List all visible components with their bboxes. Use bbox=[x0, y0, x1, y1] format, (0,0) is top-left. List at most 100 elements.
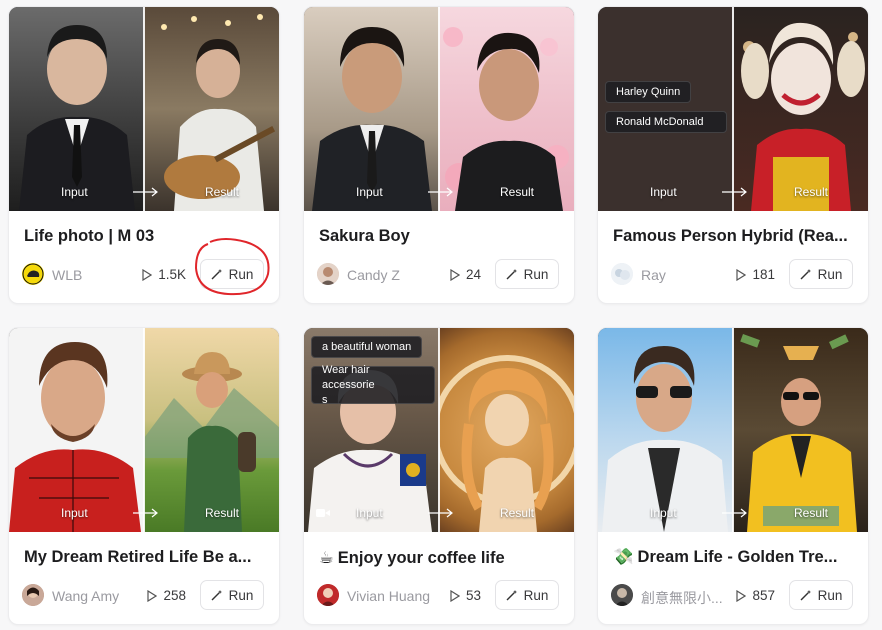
arrow-right-icon bbox=[722, 508, 747, 518]
run-button[interactable]: Run bbox=[495, 580, 559, 610]
run-count-value: 53 bbox=[465, 588, 481, 603]
run-count-value: 258 bbox=[163, 588, 186, 603]
card-title-text: Enjoy your coffee life bbox=[337, 549, 505, 567]
run-count: 24 bbox=[450, 267, 481, 282]
input-label: Input bbox=[650, 506, 677, 520]
input-panel bbox=[598, 7, 733, 211]
input-image bbox=[9, 7, 144, 211]
run-button-label: Run bbox=[817, 587, 843, 603]
template-card-enjoy-coffee-life[interactable]: a beautiful woman Wear hair accessorie s… bbox=[303, 327, 575, 625]
coffee-icon: ☕ bbox=[319, 549, 334, 567]
card-title[interactable]: My Dream Retired Life Be a... bbox=[24, 548, 272, 567]
author-avatar[interactable] bbox=[317, 263, 339, 285]
author-avatar[interactable] bbox=[22, 263, 44, 285]
template-card-dream-life-golden[interactable]: Input Result 💸 Dream Life - Golden Tre...… bbox=[597, 327, 869, 625]
input-label: Input bbox=[61, 506, 88, 520]
input-label: Input bbox=[650, 185, 677, 199]
play-icon bbox=[450, 589, 460, 602]
author-name[interactable]: Vivian Huang bbox=[347, 588, 430, 604]
run-count: 181 bbox=[736, 267, 775, 282]
card-title[interactable]: ☕ Enjoy your coffee life bbox=[319, 548, 567, 568]
money-icon: 💸 bbox=[613, 548, 634, 566]
card-preview[interactable]: Harley Quinn Ronald McDonald Input Resul… bbox=[598, 7, 868, 211]
card-meta: 創意無限小... 857 Run bbox=[611, 580, 861, 610]
prompt-chip[interactable]: Wear hair accessorie s bbox=[311, 364, 435, 406]
prompt-chip[interactable]: a beautiful woman bbox=[311, 336, 423, 358]
run-button-label: Run bbox=[523, 587, 549, 603]
play-icon bbox=[736, 589, 747, 602]
magic-wand-icon bbox=[506, 590, 517, 601]
author-name[interactable]: Candy Z bbox=[347, 267, 400, 283]
card-preview[interactable]: Input Result bbox=[9, 7, 279, 211]
play-icon bbox=[147, 589, 158, 602]
input-image bbox=[304, 7, 439, 211]
arrow-right-icon bbox=[428, 508, 453, 518]
result-label: Result bbox=[204, 506, 239, 520]
run-count: 258 bbox=[147, 588, 186, 603]
template-card-sakura-boy[interactable]: Input Result Sakura Boy Candy Z 24 Run bbox=[303, 6, 575, 304]
card-title[interactable]: 💸 Dream Life - Golden Tre... bbox=[613, 548, 861, 567]
input-label: Input bbox=[61, 185, 88, 199]
play-icon bbox=[450, 268, 460, 281]
card-meta: Candy Z 24 Run bbox=[317, 259, 567, 289]
run-count-value: 181 bbox=[752, 267, 775, 282]
card-preview[interactable]: Input Result bbox=[9, 328, 279, 532]
result-label: Result bbox=[793, 185, 828, 199]
result-label: Result bbox=[204, 185, 239, 199]
split-divider bbox=[732, 328, 734, 532]
author-name[interactable]: 創意無限小... bbox=[641, 588, 723, 608]
run-button-label: Run bbox=[523, 266, 549, 282]
result-label: Result bbox=[499, 185, 534, 199]
prompt-chip[interactable]: Harley Quinn bbox=[605, 81, 692, 103]
run-button[interactable]: Run bbox=[200, 580, 264, 610]
template-card-famous-person-hybrid[interactable]: Harley Quinn Ronald McDonald Input Resul… bbox=[597, 6, 869, 304]
card-meta: Vivian Huang 53 Run bbox=[317, 580, 567, 610]
run-count-value: 24 bbox=[465, 267, 481, 282]
magic-wand-icon bbox=[211, 269, 222, 280]
run-count: 857 bbox=[736, 588, 775, 603]
input-image bbox=[598, 328, 733, 532]
play-icon bbox=[736, 268, 747, 281]
video-icon bbox=[316, 509, 330, 517]
author-name[interactable]: Wang Amy bbox=[52, 588, 119, 604]
author-name[interactable]: Ray bbox=[641, 267, 666, 283]
split-divider bbox=[143, 328, 145, 532]
arrow-right-icon bbox=[722, 187, 747, 197]
card-title[interactable]: Life photo | M 03 bbox=[24, 227, 272, 246]
result-image bbox=[432, 328, 574, 532]
split-divider bbox=[438, 7, 440, 211]
run-button[interactable]: Run bbox=[789, 259, 853, 289]
run-button-label: Run bbox=[817, 266, 843, 282]
run-button[interactable]: Run bbox=[200, 259, 264, 289]
run-button[interactable]: Run bbox=[495, 259, 559, 289]
card-title[interactable]: Sakura Boy bbox=[319, 227, 567, 246]
card-title-text: Dream Life - Golden Tre... bbox=[637, 548, 838, 566]
card-preview[interactable]: a beautiful woman Wear hair accessorie s… bbox=[304, 328, 574, 532]
input-label: Input bbox=[356, 185, 383, 199]
arrow-right-icon bbox=[428, 187, 453, 197]
run-count-value: 857 bbox=[752, 588, 775, 603]
template-card-dream-retired-life[interactable]: Input Result My Dream Retired Life Be a.… bbox=[8, 327, 280, 625]
input-label: Input bbox=[356, 506, 383, 520]
run-button[interactable]: Run bbox=[789, 580, 853, 610]
result-label: Result bbox=[793, 506, 828, 520]
author-avatar[interactable] bbox=[611, 584, 633, 606]
magic-wand-icon bbox=[800, 269, 811, 280]
run-count: 1.5K bbox=[142, 267, 186, 282]
author-avatar[interactable] bbox=[317, 584, 339, 606]
template-card-life-photo[interactable]: Input Result Life photo | M 03 WLB 1.5K … bbox=[8, 6, 280, 304]
author-avatar[interactable] bbox=[22, 584, 44, 606]
author-name[interactable]: WLB bbox=[52, 267, 82, 283]
run-count: 53 bbox=[450, 588, 481, 603]
split-divider bbox=[732, 7, 734, 211]
author-avatar[interactable] bbox=[611, 263, 633, 285]
card-preview[interactable]: Input Result bbox=[304, 7, 574, 211]
play-icon bbox=[142, 268, 153, 281]
run-button-label: Run bbox=[228, 587, 254, 603]
result-image bbox=[733, 7, 868, 211]
card-title[interactable]: Famous Person Hybrid (Rea... bbox=[613, 227, 861, 246]
magic-wand-icon bbox=[800, 590, 811, 601]
card-preview[interactable]: Input Result bbox=[598, 328, 868, 532]
prompt-chip[interactable]: Ronald McDonald bbox=[605, 111, 727, 133]
arrow-right-icon bbox=[133, 508, 158, 518]
